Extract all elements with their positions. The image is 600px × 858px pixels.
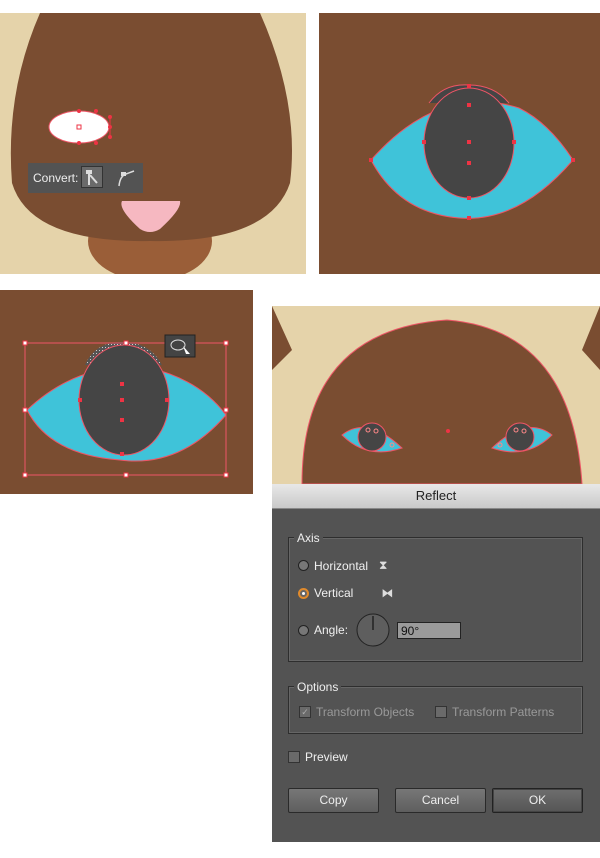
transform-objects-label: Transform Objects (316, 705, 415, 719)
reflect-vertical-icon: ⧓ (381, 586, 394, 600)
horizontal-label: Horizontal (314, 558, 369, 573)
checkbox[interactable] (288, 751, 300, 763)
artwork-head-nose (0, 13, 306, 274)
radio-button-selected[interactable] (298, 587, 309, 599)
convert-to-corner-icon[interactable] (81, 166, 103, 188)
panel-face-eyes (272, 290, 600, 484)
convert-to-smooth-icon[interactable] (114, 166, 136, 188)
checkbox[interactable] (435, 706, 447, 718)
checkbox-preview[interactable]: Preview (288, 750, 348, 764)
radio-horizontal[interactable]: Horizontal ⧗ (298, 558, 387, 573)
preview-label: Preview (305, 750, 348, 764)
checkbox-transform-objects[interactable]: ✓ Transform Objects (299, 705, 414, 719)
radio-button[interactable] (298, 560, 309, 571)
axis-legend: Axis (294, 531, 323, 545)
angle-input[interactable]: 90° (397, 622, 461, 639)
reflect-horizontal-icon: ⧗ (379, 558, 388, 572)
angle-label: Angle: (314, 623, 349, 637)
reflect-dialog: Reflect Axis Horizontal ⧗ Vertical ⧓ Ang… (272, 484, 600, 842)
reflect-cursor-icon (164, 334, 196, 358)
checkbox-transform-patterns[interactable]: Transform Patterns (435, 705, 554, 719)
panel-eye-shape (319, 13, 600, 274)
radio-angle[interactable]: Angle: (298, 623, 348, 637)
transform-patterns-label: Transform Patterns (452, 705, 555, 719)
vertical-label: Vertical (314, 586, 354, 600)
radio-vertical[interactable]: Vertical ⧓ (298, 586, 393, 600)
cancel-button[interactable]: Cancel (395, 788, 486, 813)
checkbox-checked[interactable]: ✓ (299, 706, 311, 718)
dialog-title: Reflect (272, 484, 600, 509)
radio-button[interactable] (298, 624, 309, 636)
panel-nose-ellipse: Convert: (0, 13, 306, 274)
copy-button[interactable]: Copy (288, 788, 379, 813)
options-legend: Options (294, 680, 342, 694)
convert-anchor-bar: Convert: (28, 163, 143, 193)
artwork-eye-selection (0, 290, 253, 494)
panel-eye-selected (0, 290, 253, 494)
convert-label: Convert: (33, 171, 79, 185)
ok-button[interactable]: OK (492, 788, 583, 813)
artwork-face (272, 290, 600, 484)
angle-dial[interactable] (356, 613, 390, 647)
artwork-eye (319, 13, 600, 274)
